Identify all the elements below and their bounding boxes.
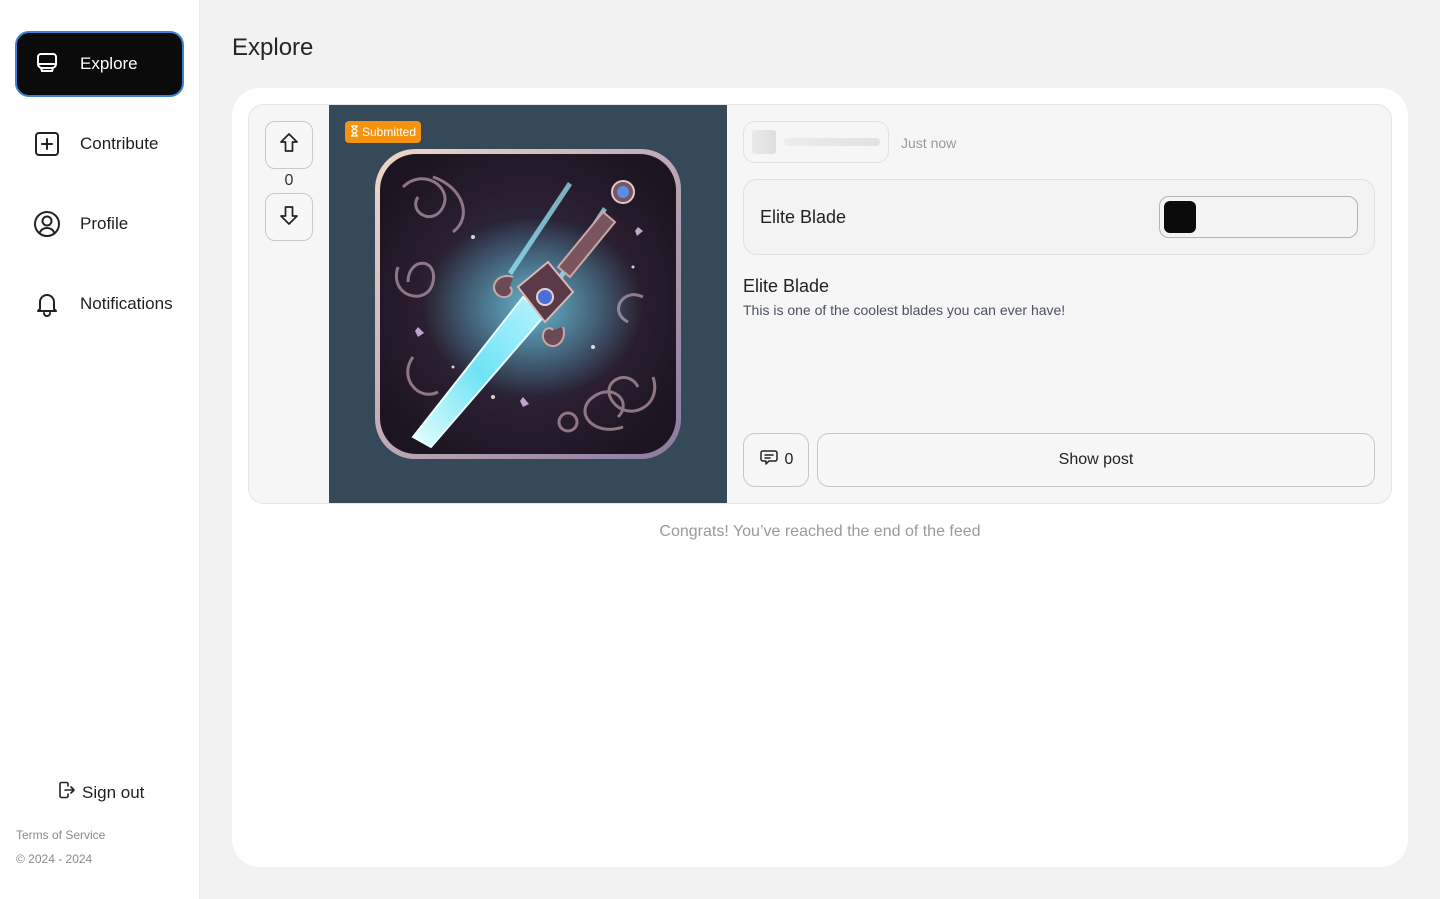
blade-artwork: [375, 149, 681, 459]
terms-of-service-link[interactable]: Terms of Service: [16, 828, 105, 842]
sidebar-item-contribute[interactable]: Contribute: [15, 111, 184, 177]
page-title: Explore: [232, 34, 314, 61]
post-timestamp: Just now: [901, 135, 957, 151]
copyright: © 2024 - 2024: [16, 852, 93, 866]
sidebar-item-profile[interactable]: Profile: [15, 191, 184, 257]
status-badge: Submitted: [345, 121, 422, 143]
item-box: Elite Blade: [743, 179, 1375, 255]
sidebar-item-label: Profile: [80, 214, 129, 233]
end-of-feed-message: Congrats! You’ve reached the end of the …: [659, 523, 981, 540]
show-post-button[interactable]: Show post: [817, 433, 1375, 487]
arrow-up-icon: [279, 132, 299, 159]
comment-icon: [759, 448, 779, 473]
vote-column: 0: [249, 105, 329, 503]
item-name: Elite Blade: [760, 207, 847, 227]
sidebar-item-label: Notifications: [80, 294, 173, 313]
post-image-panel[interactable]: Submitted: [329, 105, 727, 503]
post-title: Elite Blade: [743, 276, 830, 296]
author-placeholder[interactable]: [743, 121, 889, 163]
comments-button[interactable]: 0: [743, 433, 809, 487]
sidebar-item-label: Explore: [80, 54, 138, 73]
feed: 0 Submitted Just now Elite Blade Elite B…: [232, 88, 1408, 867]
comment-count: 0: [784, 451, 794, 468]
post-info: Just now Elite Blade Elite Blade This is…: [743, 105, 1375, 503]
downvote-button[interactable]: [265, 193, 313, 241]
plus-square-icon: [33, 130, 61, 158]
sidebar: Explore Contribute Profile Notifications: [0, 0, 200, 899]
sign-out-label: Sign out: [82, 782, 145, 802]
vote-count: 0: [284, 172, 294, 189]
user-circle-icon: [33, 210, 61, 238]
sign-out-button[interactable]: Sign out: [56, 780, 144, 805]
item-color-chip[interactable]: [1159, 196, 1358, 238]
upvote-button[interactable]: [265, 121, 313, 169]
explore-icon: [33, 50, 61, 78]
arrow-down-icon: [279, 204, 299, 231]
sign-out-icon: [56, 780, 76, 805]
avatar: [752, 130, 776, 154]
sidebar-item-notifications[interactable]: Notifications: [15, 271, 184, 337]
post-description: This is one of the coolest blades you ca…: [743, 302, 1066, 318]
author-name-skeleton: [784, 138, 880, 146]
color-swatch: [1164, 201, 1196, 233]
sidebar-item-explore[interactable]: Explore: [15, 31, 184, 97]
bell-icon: [33, 290, 61, 318]
post-card: 0 Submitted Just now Elite Blade Elite B…: [248, 104, 1392, 504]
sidebar-item-label: Contribute: [80, 134, 159, 153]
status-badge-label: Submitted: [362, 125, 417, 139]
hourglass-icon: [350, 124, 359, 140]
